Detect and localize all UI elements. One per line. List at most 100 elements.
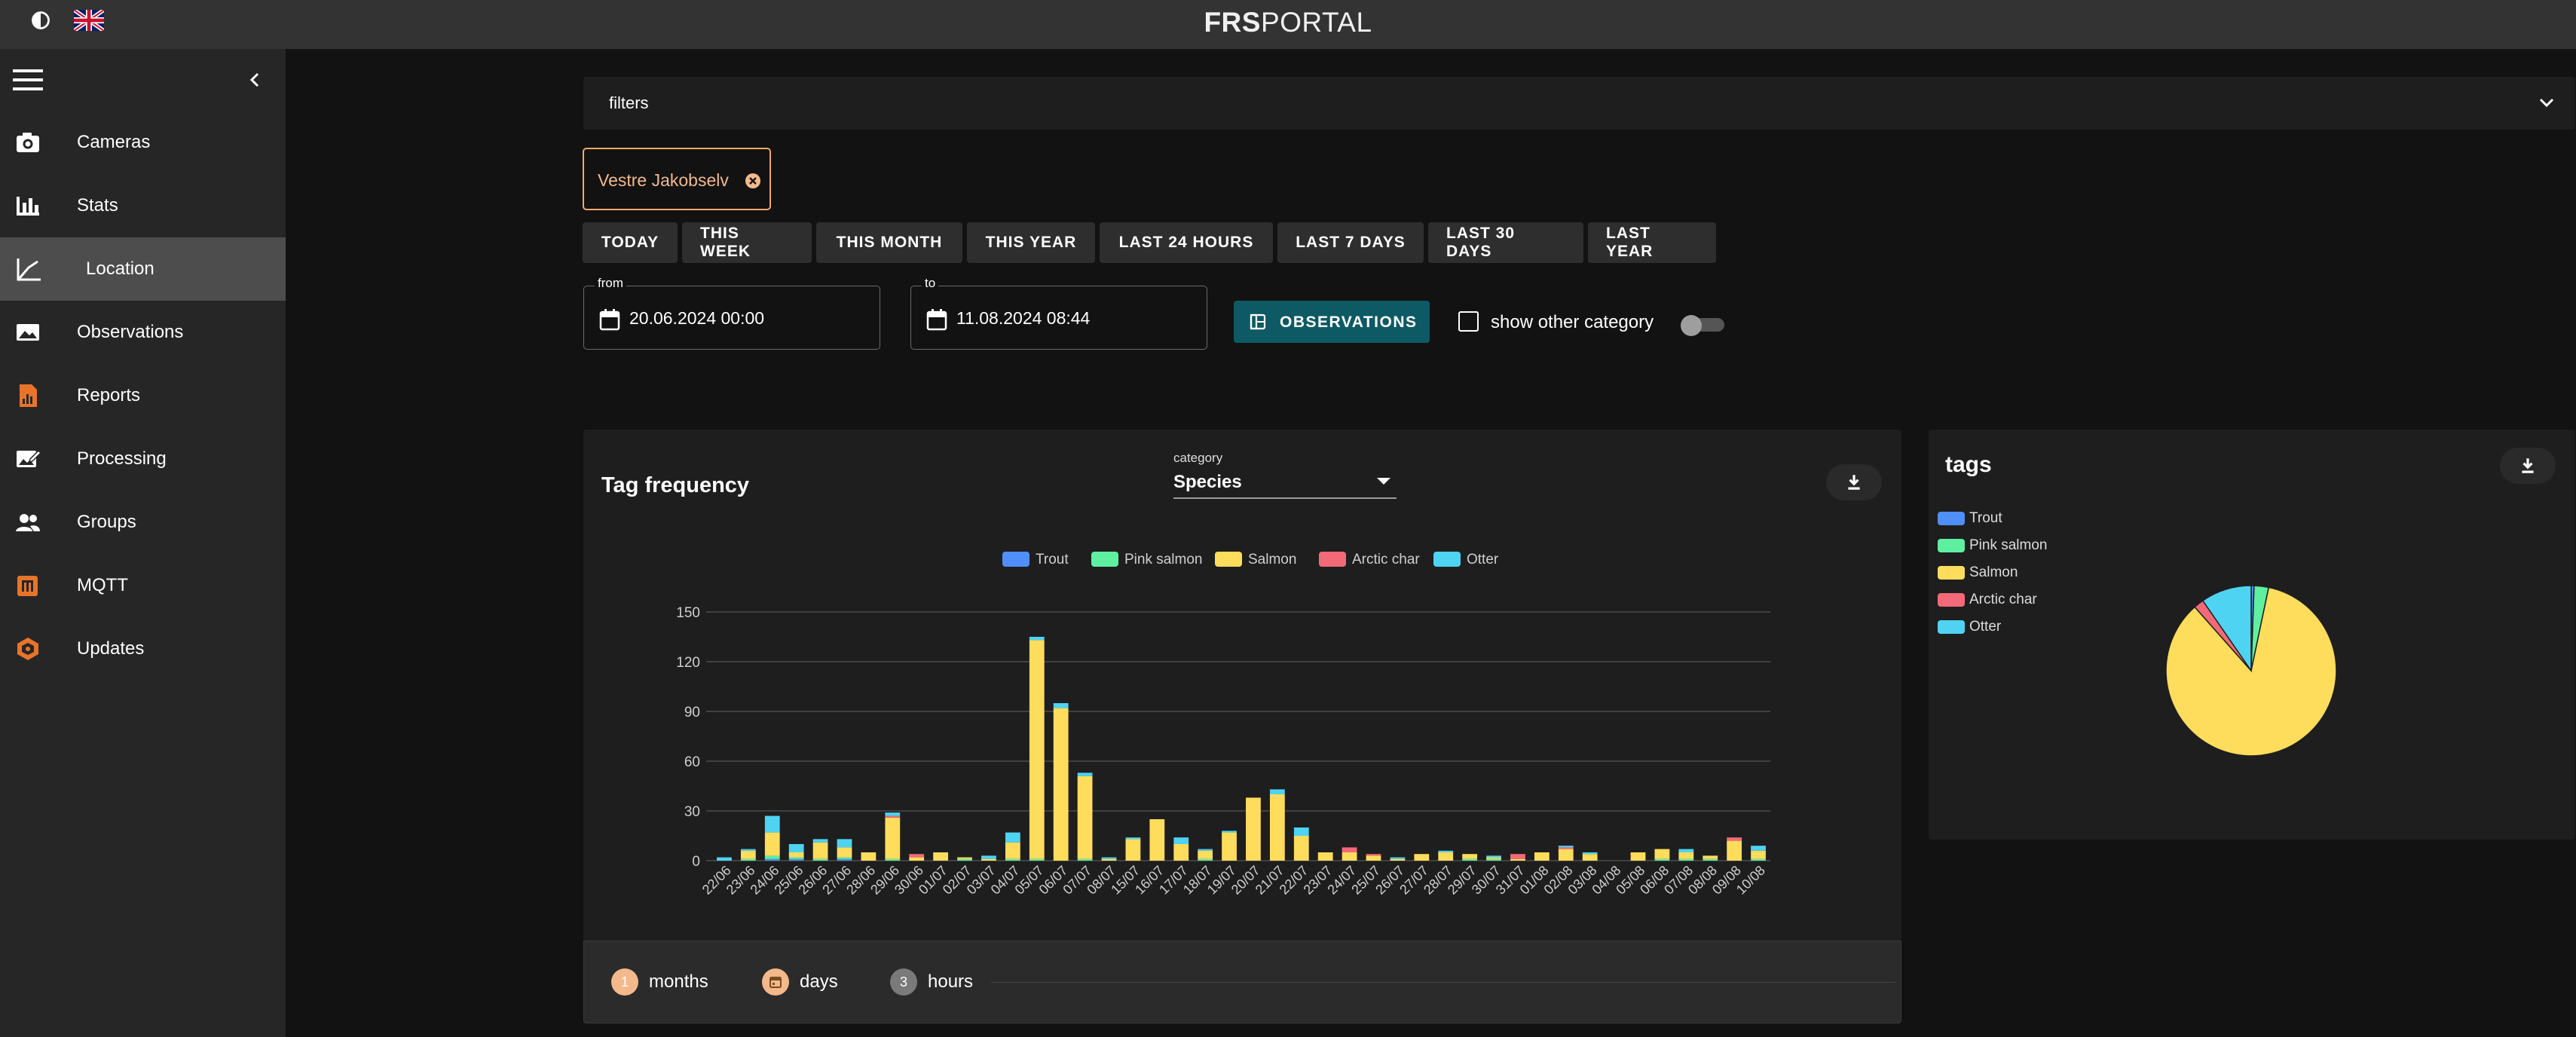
date-to-field[interactable]: to 11.08.2024 08:44 bbox=[910, 276, 1207, 350]
chevron-left-icon[interactable] bbox=[246, 71, 265, 93]
bar-segment-salmon[interactable] bbox=[1029, 640, 1045, 859]
location-chip[interactable]: Vestre Jakobselv bbox=[583, 148, 771, 210]
bar-segment-salmon[interactable] bbox=[1414, 854, 1430, 861]
step-months[interactable]: 1 months bbox=[611, 968, 708, 996]
legend-item[interactable]: Trout bbox=[1002, 552, 1069, 567]
bar-segment-otter[interactable] bbox=[1029, 637, 1045, 641]
bar-segment-pink-salmon[interactable] bbox=[764, 855, 780, 859]
bar-segment-pink-salmon[interactable] bbox=[812, 858, 828, 861]
bar-segment-pink-salmon[interactable] bbox=[740, 858, 756, 861]
range-last-7-days-button[interactable]: LAST 7 DAYS bbox=[1277, 222, 1424, 263]
sidebar-item-location[interactable]: Location bbox=[0, 237, 286, 301]
legend-item[interactable]: Salmon bbox=[1215, 552, 1296, 567]
bar-segment-otter[interactable] bbox=[1390, 857, 1406, 859]
bar-segment-salmon[interactable] bbox=[1342, 852, 1357, 861]
show-other-toggle[interactable] bbox=[1681, 315, 1724, 336]
bar-segment-pink-salmon[interactable] bbox=[1005, 858, 1020, 861]
bar-segment-salmon[interactable] bbox=[1558, 849, 1574, 861]
bar-segment-otter[interactable] bbox=[1222, 831, 1237, 833]
sidebar-item-groups[interactable]: Groups bbox=[0, 491, 286, 554]
bar-segment-salmon[interactable] bbox=[1077, 775, 1093, 859]
bar-segment-salmon[interactable] bbox=[981, 858, 996, 861]
bar-segment-otter[interactable] bbox=[1269, 789, 1285, 794]
bar-segment-pink-salmon[interactable] bbox=[1462, 858, 1478, 861]
bar-segment-pink-salmon[interactable] bbox=[885, 858, 901, 861]
bar-segment-salmon[interactable] bbox=[788, 852, 804, 858]
bar-segment-salmon[interactable] bbox=[1125, 839, 1141, 861]
bar-segment-otter[interactable] bbox=[1293, 827, 1309, 836]
bar-segment-otter[interactable] bbox=[1678, 849, 1694, 852]
bar-segment-salmon[interactable] bbox=[1654, 849, 1670, 859]
bar-segment-pink-salmon[interactable] bbox=[788, 857, 804, 859]
bar-segment-otter[interactable] bbox=[740, 849, 756, 851]
sidebar-item-reports[interactable]: Reports bbox=[0, 364, 286, 427]
bar-segment-pink-salmon[interactable] bbox=[1678, 858, 1694, 861]
bar-segment-salmon[interactable] bbox=[1149, 819, 1165, 861]
bar-segment-arctic-char[interactable] bbox=[885, 815, 901, 818]
bar-segment-salmon[interactable] bbox=[933, 852, 949, 861]
bar-segment-salmon[interactable] bbox=[1462, 854, 1478, 859]
legend-item[interactable]: Pink salmon bbox=[1091, 552, 1203, 567]
bar-segment-salmon[interactable] bbox=[957, 857, 972, 859]
close-icon[interactable] bbox=[744, 172, 762, 194]
date-from-field[interactable]: from 20.06.2024 00:00 bbox=[583, 276, 880, 350]
bar-segment-pink-salmon[interactable] bbox=[1029, 858, 1045, 861]
chevron-down-icon[interactable] bbox=[2538, 95, 2556, 114]
bar-segment-arctic-char[interactable] bbox=[1510, 854, 1525, 859]
bar-segment-salmon[interactable] bbox=[1366, 855, 1381, 861]
bar-segment-otter[interactable] bbox=[1125, 837, 1141, 840]
bar-segment-trout[interactable] bbox=[788, 858, 804, 861]
legend-item[interactable]: Arctic char bbox=[1319, 552, 1420, 567]
sidebar-item-cameras[interactable]: Cameras bbox=[0, 111, 286, 174]
range-last-30-days-button[interactable]: LAST 30 DAYS bbox=[1428, 222, 1583, 263]
bar-segment-salmon[interactable] bbox=[1510, 858, 1525, 861]
range-last-year-button[interactable]: LAST YEAR bbox=[1588, 222, 1716, 263]
bar-segment-otter[interactable] bbox=[1558, 846, 1574, 848]
range-this-week-button[interactable]: THIS WEEK bbox=[682, 222, 812, 263]
bar-segment-salmon[interactable] bbox=[1534, 852, 1550, 861]
range-today-button[interactable]: TODAY bbox=[583, 222, 678, 263]
bar-segment-arctic-char[interactable] bbox=[1366, 854, 1381, 856]
bar-segment-salmon[interactable] bbox=[1727, 840, 1742, 861]
step-days[interactable]: days bbox=[762, 968, 838, 996]
bar-segment-otter[interactable] bbox=[1751, 846, 1766, 851]
bar-segment-pink-salmon[interactable] bbox=[1486, 858, 1501, 861]
bar-segment-otter[interactable] bbox=[885, 812, 901, 816]
bar-segment-salmon[interactable] bbox=[861, 852, 877, 861]
menu-icon[interactable] bbox=[11, 67, 44, 96]
sidebar-item-updates[interactable]: Updates bbox=[0, 617, 286, 681]
bar-segment-salmon[interactable] bbox=[1390, 858, 1406, 861]
uk-flag-icon[interactable] bbox=[74, 10, 104, 31]
step-hours[interactable]: 3 hours bbox=[890, 968, 973, 996]
range-this-month-button[interactable]: THIS MONTH bbox=[816, 222, 962, 263]
legend-item[interactable]: Otter bbox=[1433, 552, 1499, 567]
bar-segment-salmon[interactable] bbox=[1703, 855, 1718, 859]
bar-segment-salmon[interactable] bbox=[1173, 844, 1189, 861]
bar-segment-otter[interactable] bbox=[1077, 772, 1093, 776]
bar-segment-pink-salmon[interactable] bbox=[957, 858, 972, 861]
bar-segment-pink-salmon[interactable] bbox=[1654, 858, 1670, 861]
bar-segment-trout[interactable] bbox=[837, 858, 852, 861]
bar-segment-salmon[interactable] bbox=[885, 817, 901, 859]
bar-segment-salmon[interactable] bbox=[1053, 708, 1069, 861]
show-other-checkbox[interactable] bbox=[1458, 311, 1479, 332]
bar-segment-salmon[interactable] bbox=[740, 850, 756, 859]
bar-segment-otter[interactable] bbox=[1101, 857, 1117, 859]
bar-segment-otter[interactable] bbox=[1005, 832, 1020, 843]
bar-segment-otter[interactable] bbox=[1486, 855, 1501, 858]
sidebar-item-mqtt[interactable]: MQTT bbox=[0, 554, 286, 617]
bar-segment-pink-salmon[interactable] bbox=[1198, 858, 1213, 861]
bar-segment-pink-salmon[interactable] bbox=[1703, 858, 1718, 861]
bar-segment-arctic-char[interactable] bbox=[1727, 837, 1742, 841]
bar-segment-otter[interactable] bbox=[717, 857, 732, 861]
bar-segment-otter[interactable] bbox=[1438, 850, 1454, 852]
sidebar-item-observations[interactable]: Observations bbox=[0, 301, 286, 364]
bar-segment-salmon[interactable] bbox=[1005, 842, 1020, 859]
bar-segment-otter[interactable] bbox=[1582, 852, 1598, 855]
bar-segment-salmon[interactable] bbox=[764, 832, 780, 856]
bar-segment-pink-salmon[interactable] bbox=[1077, 858, 1093, 861]
bar-segment-otter[interactable] bbox=[1198, 849, 1213, 851]
sidebar-item-processing[interactable]: Processing bbox=[0, 427, 286, 491]
bar-segment-salmon[interactable] bbox=[1246, 797, 1261, 861]
filters-accordion[interactable]: filters bbox=[583, 77, 2575, 130]
